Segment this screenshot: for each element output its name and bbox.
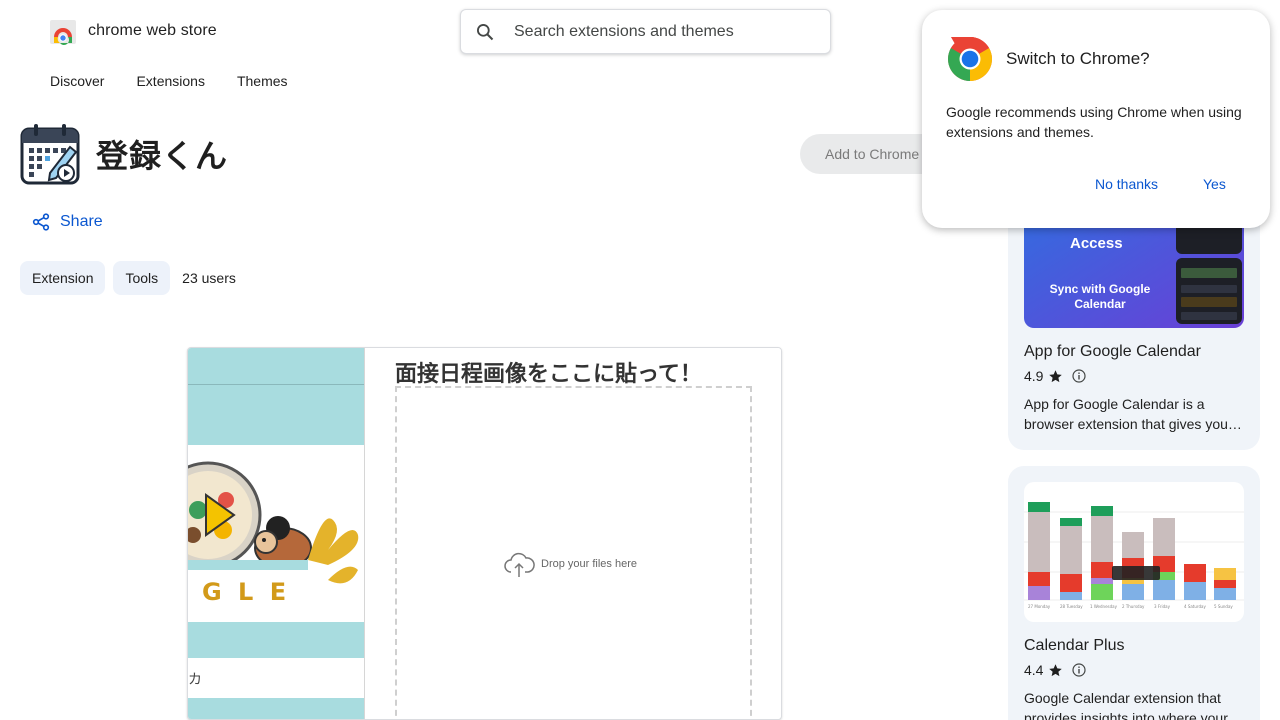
image-access-text: Access <box>1070 235 1123 252</box>
image-sync-text: Sync with Google Calendar <box>1049 282 1151 311</box>
screenshot-lower-text: カ <box>188 672 202 688</box>
drop-label: Drop your files here <box>503 550 637 578</box>
search-icon <box>477 23 494 40</box>
extension-calendar-icon <box>20 124 80 185</box>
extension-chips: Extension Tools 23 users <box>20 261 236 295</box>
screenshot-right-panel: 面接日程画像をここに貼って！ Drop your files here <box>364 348 781 719</box>
svg-text:28 Tuesday: 28 Tuesday <box>1060 604 1083 609</box>
related-card-description: App for Google Calendar is a browser ext… <box>1024 396 1242 432</box>
search-box[interactable] <box>460 9 831 54</box>
rating-value: 4.9 <box>1024 368 1044 384</box>
nav-themes[interactable]: Themes <box>237 73 288 89</box>
svg-text:5 Sunday: 5 Sunday <box>1214 604 1233 609</box>
share-label: Share <box>60 213 103 230</box>
related-card[interactable]: 27 Monday 28 Tuesday 1 Wednesday 2 Thursday… <box>1008 466 1260 720</box>
related-card-description: Google Calendar extension that provides … <box>1024 690 1239 720</box>
nav-extensions[interactable]: Extensions <box>136 73 204 89</box>
brand-name: chrome web store <box>88 22 217 39</box>
related-card-title: App for Google Calendar <box>1024 343 1201 360</box>
chip-extension[interactable]: Extension <box>20 261 106 295</box>
info-icon[interactable] <box>1072 663 1087 677</box>
svg-text:4 Saturday: 4 Saturday <box>1184 604 1206 609</box>
related-card-title: Calendar Plus <box>1024 637 1125 654</box>
svg-text:27 Monday: 27 Monday <box>1028 604 1051 609</box>
drop-label-text: Drop your files here <box>541 558 637 570</box>
user-count: 23 users <box>182 270 236 286</box>
chip-tools[interactable]: Tools <box>113 261 171 295</box>
svg-text:3 Friday: 3 Friday <box>1154 604 1171 609</box>
yes-button[interactable]: Yes <box>1203 176 1226 192</box>
related-card-rating: 4.9 <box>1024 368 1087 384</box>
file-dropzone: Drop your files here <box>395 386 752 719</box>
info-icon[interactable] <box>1072 369 1087 383</box>
related-card-image: 27 Monday 28 Tuesday 1 Wednesday 2 Thursday… <box>1024 482 1244 622</box>
share-icon <box>32 213 50 231</box>
screenshot-heading: 面接日程画像をここに貼って！ <box>395 362 702 387</box>
extension-title: 登録くん <box>96 137 229 175</box>
divider <box>188 384 364 385</box>
related-card-rating: 4.4 <box>1024 662 1087 678</box>
screenshot-lower-band <box>188 658 364 698</box>
share-link[interactable]: Share <box>32 213 103 231</box>
screenshot-left-panel: G L E カ <box>188 348 364 719</box>
svg-text:2 Thursday: 2 Thursday <box>1122 604 1145 609</box>
star-icon <box>1049 369 1063 382</box>
star-icon <box>1049 663 1063 676</box>
switch-to-chrome-dialog: Switch to Chrome? Google recommends usin… <box>922 10 1270 228</box>
search-input[interactable] <box>514 22 814 41</box>
rating-value: 4.4 <box>1024 662 1044 678</box>
nav-discover[interactable]: Discover <box>50 73 104 89</box>
main-nav: Discover Extensions Themes <box>50 73 288 89</box>
dialog-title: Switch to Chrome? <box>1006 49 1150 68</box>
svg-text:1 Wednesday: 1 Wednesday <box>1090 604 1118 609</box>
dialog-body: Google recommends using Chrome when usin… <box>946 104 1242 140</box>
chrome-web-store-logo-icon <box>50 20 76 45</box>
chrome-logo-icon <box>948 37 992 81</box>
doodle-illustration: G L E <box>188 461 359 606</box>
no-thanks-button[interactable]: No thanks <box>1095 176 1158 192</box>
store-brand[interactable]: chrome web store <box>48 16 217 46</box>
screenshot-carousel[interactable]: G L E カ 面接日程画像をここに貼って！ Drop your files h… <box>187 347 782 720</box>
svg-text:G L E: G L E <box>202 578 290 606</box>
cloud-upload-icon <box>504 552 535 577</box>
